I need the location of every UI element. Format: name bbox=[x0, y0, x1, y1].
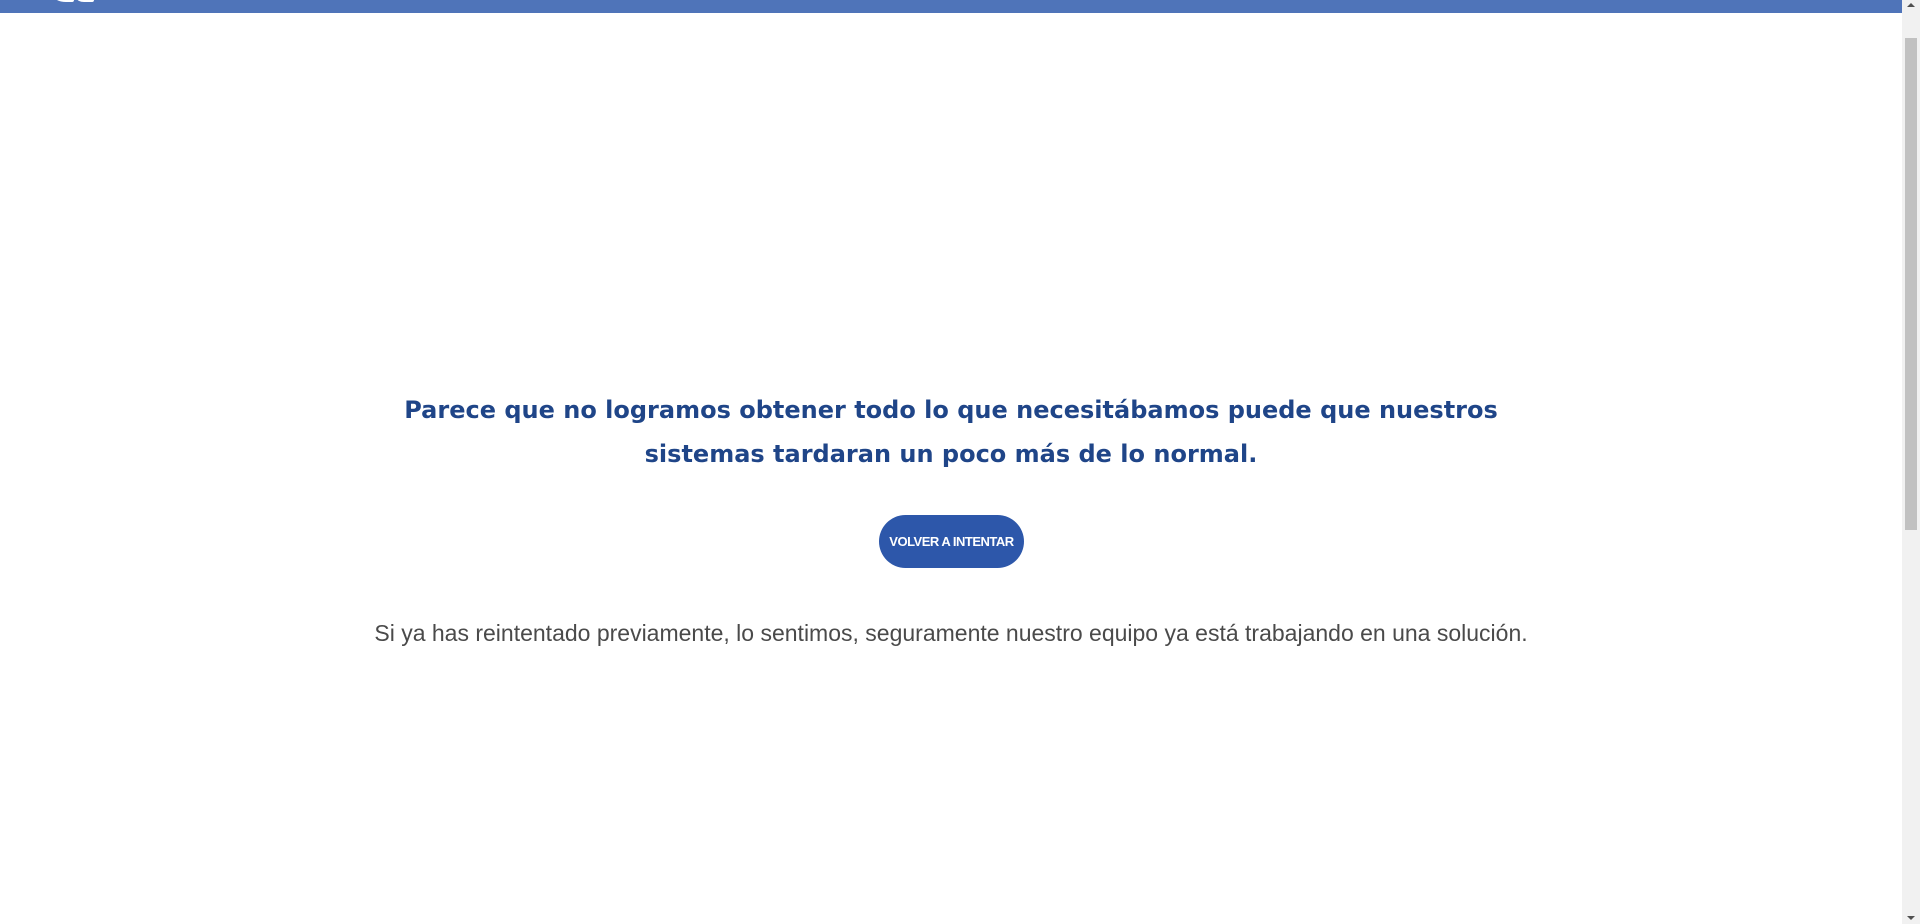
scrollbar-thumb[interactable] bbox=[1905, 38, 1917, 530]
scroll-up-arrow-icon[interactable] bbox=[1907, 3, 1915, 7]
scroll-down-arrow-icon[interactable] bbox=[1907, 916, 1915, 920]
vertical-scrollbar[interactable] bbox=[1902, 0, 1920, 924]
brand-logo-icon[interactable] bbox=[48, 0, 112, 12]
error-page-main: Parece que no logramos obtener todo lo q… bbox=[0, 13, 1902, 924]
retry-button[interactable]: VOLVER A INTENTAR bbox=[879, 515, 1024, 568]
error-headline: Parece que no logramos obtener todo lo q… bbox=[404, 396, 1498, 468]
top-header-bar bbox=[0, 0, 1902, 13]
error-subtext: Si ya has reintentado previamente, lo se… bbox=[374, 620, 1528, 646]
